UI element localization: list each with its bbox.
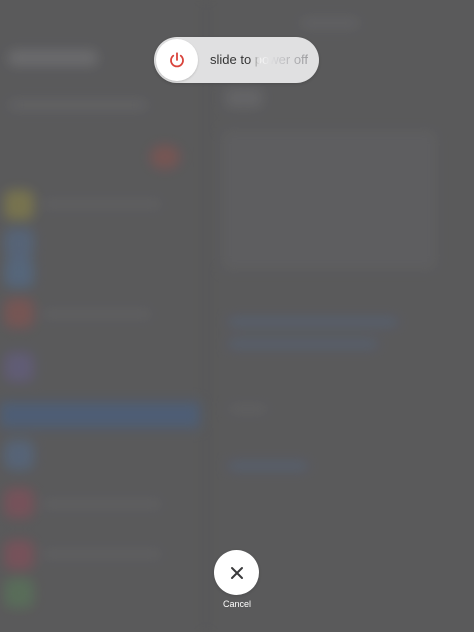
cancel-label: Cancel [222, 599, 251, 609]
cancel-button[interactable] [214, 550, 259, 595]
power-off-knob[interactable] [156, 39, 198, 81]
close-icon [230, 566, 243, 579]
power-icon [170, 52, 184, 68]
slider-label: slide to power off [210, 37, 308, 83]
power-off-slider[interactable]: slide to power off [154, 37, 319, 83]
power-off-screen: slide to power off Cancel [0, 0, 474, 632]
dim-overlay [0, 0, 474, 632]
